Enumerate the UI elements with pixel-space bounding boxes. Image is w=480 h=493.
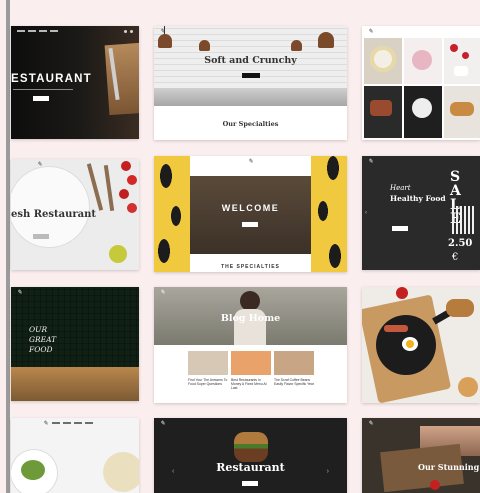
template-card-food-grid[interactable]: ✎ bbox=[362, 26, 480, 140]
hero-button[interactable] bbox=[33, 234, 49, 239]
scrollbar-track[interactable] bbox=[6, 0, 10, 493]
food-tile-fruit bbox=[404, 38, 442, 84]
template-card-stunning[interactable]: ✎ Our Stunning Ki bbox=[362, 418, 480, 493]
navbar: ✎ bbox=[11, 418, 139, 428]
hero-title: Restaurant bbox=[216, 461, 285, 474]
side-plate-image bbox=[103, 452, 139, 492]
navbar: ✎ bbox=[160, 27, 166, 35]
plate-image bbox=[11, 167, 89, 247]
egg-image bbox=[402, 337, 418, 351]
hero-title: OUR GREAT FOOD bbox=[29, 325, 57, 354]
hero-button[interactable] bbox=[392, 226, 408, 231]
template-card-restaurant-bottom[interactable]: ✎ Restaurant ‹ › bbox=[154, 418, 347, 493]
burger-image bbox=[234, 432, 268, 462]
hero-subline bbox=[13, 89, 73, 90]
section-title: THE SPECIALTIES bbox=[221, 264, 280, 270]
food-tile-dark-plate bbox=[364, 86, 402, 138]
template-card-restaurant-dark[interactable]: ESTAURANT bbox=[11, 26, 139, 139]
food-tile-pasta bbox=[364, 38, 402, 84]
tomato-image bbox=[396, 287, 408, 299]
asparagus-image bbox=[452, 206, 474, 234]
navbar: ✎ bbox=[160, 288, 166, 296]
template-card-skillet[interactable] bbox=[362, 287, 480, 403]
template-card-healthy-food[interactable]: ✎ Heart Healthy Food SALE 2.50 € ‹ bbox=[362, 156, 480, 270]
food-tile-strawberry bbox=[444, 38, 480, 84]
hero-title: ESTAURANT bbox=[11, 73, 92, 85]
navbar: ✎ bbox=[37, 160, 43, 168]
blog-post-thumb-1[interactable] bbox=[188, 351, 228, 375]
blog-post-title-1[interactable]: Find Your The Answers To Food Super Ques… bbox=[188, 378, 228, 386]
bread-image bbox=[458, 377, 478, 397]
pattern-right bbox=[313, 156, 347, 272]
bacon-image bbox=[384, 325, 408, 332]
hero-title: Blog Home bbox=[220, 313, 281, 324]
slider-next-icon[interactable]: › bbox=[327, 468, 329, 475]
lime-image bbox=[109, 245, 127, 263]
cutlery-image bbox=[103, 164, 115, 212]
hero-title: WELCOME bbox=[221, 203, 280, 213]
hero-button[interactable] bbox=[33, 96, 49, 101]
hero-title: Healthy Food bbox=[390, 194, 446, 203]
section-title: Our Specialties bbox=[222, 120, 279, 128]
template-card-salad[interactable]: ✎ bbox=[11, 418, 139, 493]
wood-counter-image bbox=[11, 367, 139, 401]
cutlery-image bbox=[86, 163, 104, 211]
navbar: ✎ bbox=[368, 419, 374, 427]
slider-prev-icon[interactable]: ‹ bbox=[365, 210, 367, 216]
template-card-fresh-restaurant[interactable]: ✎ esh Restaurant bbox=[11, 159, 139, 270]
hero-title: Soft and Crunchy bbox=[204, 55, 297, 66]
blog-post-title-2[interactable]: Best Restaurants In Money A Fixed Menu A… bbox=[231, 378, 271, 391]
blog-post-thumb-3[interactable] bbox=[274, 351, 314, 375]
template-card-soft-crunchy[interactable]: ✎ Soft and Crunchy Our Specialties bbox=[154, 26, 347, 140]
blog-post-thumb-2[interactable] bbox=[231, 351, 271, 375]
hero-button[interactable] bbox=[242, 73, 260, 78]
hero-button[interactable] bbox=[242, 481, 258, 486]
hero-title: Our Stunning Ki bbox=[418, 462, 480, 472]
currency-text: € bbox=[452, 252, 459, 263]
navbar: ✎ bbox=[160, 419, 166, 427]
bread-image bbox=[446, 299, 474, 317]
pendant-lamp-icon bbox=[291, 40, 302, 51]
script-title: Heart bbox=[390, 184, 411, 192]
navbar: ✎ bbox=[247, 157, 254, 165]
tomato-image bbox=[430, 480, 440, 490]
pendant-lamp-icon bbox=[199, 40, 210, 51]
food-tile-bowl bbox=[404, 86, 442, 138]
slider-prev-icon[interactable]: ‹ bbox=[172, 468, 174, 475]
interior-image bbox=[190, 176, 311, 254]
blog-post-title-3[interactable]: The Scraf Coffee Beans Easily Flavor Spe… bbox=[274, 378, 314, 386]
pattern-left bbox=[154, 156, 188, 272]
navbar: ✎ bbox=[17, 288, 23, 296]
food-tile-bread bbox=[444, 86, 480, 138]
navbar: ✎ bbox=[368, 27, 374, 35]
dining-tables-image bbox=[154, 88, 347, 106]
template-card-our-great-food[interactable]: ✎ OUR GREAT FOOD bbox=[11, 287, 139, 401]
salad-plate-image bbox=[11, 450, 57, 493]
price-text: 2.50 bbox=[448, 238, 473, 249]
hero-title: esh Restaurant bbox=[11, 209, 97, 220]
navbar: ✎ bbox=[368, 157, 374, 165]
navbar bbox=[11, 26, 139, 36]
hero-button[interactable] bbox=[242, 222, 258, 227]
pendant-lamp-icon bbox=[158, 34, 172, 48]
template-card-blog-home[interactable]: ✎ Blog Home Find Your The Answers To Foo… bbox=[154, 287, 347, 403]
template-card-welcome[interactable]: ✎ WELCOME THE SPECIALTIES bbox=[154, 156, 347, 272]
